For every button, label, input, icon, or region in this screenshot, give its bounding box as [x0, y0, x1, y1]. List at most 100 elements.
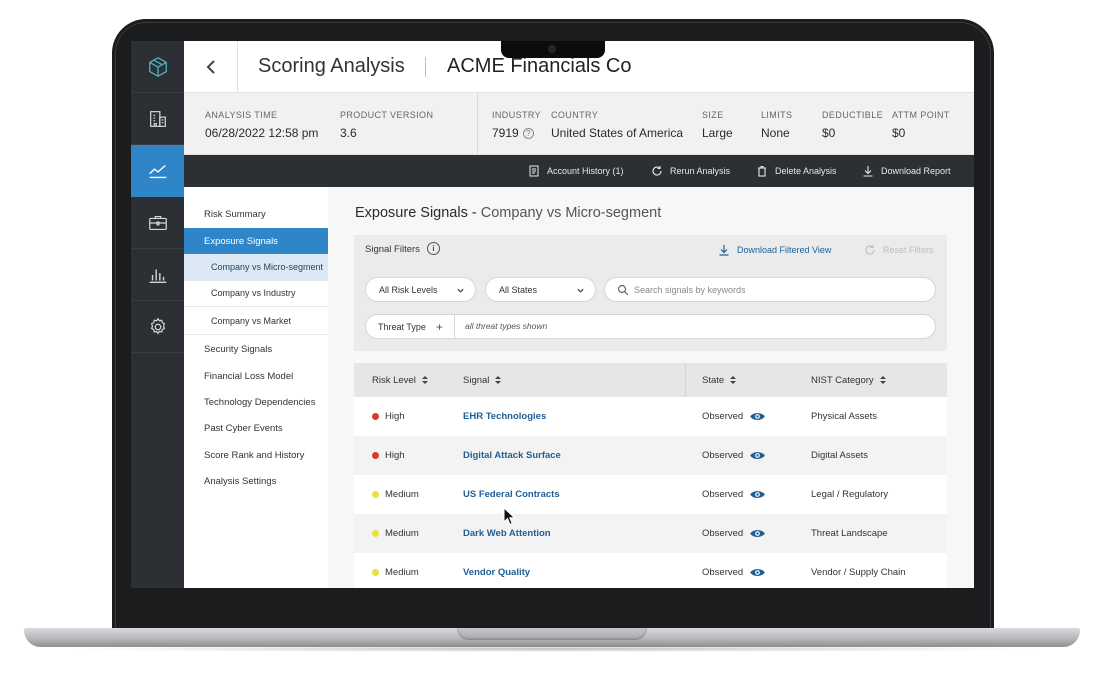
risk-level-select[interactable]: All Risk Levels — [365, 277, 476, 302]
threat-type-summary: all threat types shown — [465, 321, 548, 331]
column-header-signal[interactable]: Signal — [463, 363, 502, 397]
chevron-left-icon — [206, 60, 215, 74]
risk-dot — [372, 569, 379, 576]
chevron-down-icon — [577, 288, 584, 293]
risk-dot — [372, 413, 379, 420]
risk-level-cell: Medium — [372, 514, 419, 553]
table-header: Risk Level Signal State NIST Category — [354, 363, 947, 397]
nist-category-cell: Vendor / Supply Chain — [811, 567, 906, 578]
table-row[interactable]: Medium Vendor Quality Observed Vendor / … — [354, 553, 947, 588]
nav-security-signals[interactable]: Security Signals — [184, 336, 328, 362]
nav-risk-summary[interactable]: Risk Summary — [184, 201, 328, 227]
eye-icon[interactable] — [749, 567, 766, 578]
risk-level-cell: Medium — [372, 553, 419, 588]
risk-level-select-value: All Risk Levels — [379, 284, 438, 295]
nav-analysis-settings[interactable]: Analysis Settings — [184, 468, 328, 494]
risk-dot — [372, 491, 379, 498]
table-row[interactable]: High EHR Technologies Observed Physical … — [354, 397, 947, 436]
reset-filters-button[interactable]: Reset Filters — [864, 235, 934, 265]
info-label: INDUSTRY — [492, 110, 542, 120]
info-product-version: PRODUCT VERSION 3.6 — [340, 110, 433, 140]
eye-icon[interactable] — [749, 528, 766, 539]
info-value: Large — [702, 126, 733, 140]
state-text: Observed — [702, 489, 744, 500]
section-title: Exposure Signals - Company vs Micro-segm… — [355, 205, 661, 221]
table-row[interactable]: High Digital Attack Surface Observed Dig… — [354, 436, 947, 475]
nav-company-vs-industry[interactable]: Company vs Industry — [184, 280, 328, 306]
section-title-main: Exposure Signals — [355, 205, 468, 221]
table-row[interactable]: Medium Dark Web Attention Observed Threa… — [354, 514, 947, 553]
action-bar: Account History (1) Rerun Analysis Delet… — [184, 155, 974, 187]
rail-item-portfolio[interactable] — [131, 197, 184, 249]
download-report-button[interactable]: Download Report — [862, 155, 951, 187]
download-filtered-view-button[interactable]: Download Filtered View — [718, 235, 831, 265]
states-select[interactable]: All States — [485, 277, 596, 302]
rerun-analysis-button[interactable]: Rerun Analysis — [651, 155, 730, 187]
risk-dot — [372, 530, 379, 537]
sort-icon — [879, 375, 886, 385]
risk-dot — [372, 452, 379, 459]
eye-icon[interactable] — [749, 450, 766, 461]
signal-link[interactable]: EHR Technologies — [463, 397, 546, 436]
app-logo[interactable] — [131, 41, 184, 93]
header-divider — [425, 57, 426, 77]
laptop-bezel — [116, 588, 990, 628]
table-row[interactable]: Medium US Federal Contracts Observed Leg… — [354, 475, 947, 514]
info-icon[interactable]: i — [427, 242, 440, 255]
delete-analysis-button[interactable]: Delete Analysis — [756, 155, 837, 187]
nav-technology-dependencies[interactable]: Technology Dependencies — [184, 389, 328, 415]
nav-company-vs-micro-segment[interactable]: Company vs Micro-segment — [184, 254, 328, 280]
rail-item-reports[interactable] — [131, 249, 184, 301]
info-label: PRODUCT VERSION — [340, 110, 434, 120]
nav-divider — [184, 306, 328, 307]
section-title-separator: - — [467, 205, 481, 221]
main-content: Exposure Signals - Company vs Micro-segm… — [328, 187, 974, 588]
help-icon[interactable]: ? — [522, 128, 534, 139]
sort-icon — [730, 375, 737, 385]
risk-level-text: High — [385, 450, 405, 461]
nav-divider — [184, 334, 328, 335]
signal-link[interactable]: Digital Attack Surface — [463, 436, 561, 475]
nav-past-cyber-events[interactable]: Past Cyber Events — [184, 415, 328, 441]
column-header-label: Signal — [463, 374, 490, 386]
column-header-state[interactable]: State — [702, 363, 737, 397]
nist-category-cell: Legal / Regulatory — [811, 489, 889, 500]
info-industry: INDUSTRY 7919? — [492, 110, 541, 140]
refresh-icon — [652, 166, 662, 176]
rail-item-settings[interactable] — [131, 301, 184, 353]
info-value: $0 — [892, 126, 906, 140]
info-label: DEDUCTIBLE — [822, 110, 884, 120]
signal-search-box — [604, 277, 936, 302]
refresh-icon — [865, 245, 875, 255]
nav-financial-loss-model[interactable]: Financial Loss Model — [184, 363, 328, 389]
eye-icon[interactable] — [749, 411, 766, 422]
column-header-risk-level[interactable]: Risk Level — [372, 363, 428, 397]
threat-type-button[interactable]: Threat Type + — [366, 315, 455, 338]
download-icon — [863, 166, 873, 177]
nav-company-vs-market[interactable]: Company vs Market — [184, 308, 328, 334]
action-label: Rerun Analysis — [670, 166, 731, 176]
info-size: SIZE Large — [702, 110, 733, 140]
nav-exposure-signals[interactable]: Exposure Signals — [184, 228, 328, 254]
eye-icon[interactable] — [749, 489, 766, 500]
section-nav: Risk Summary Exposure Signals Company vs… — [184, 187, 328, 588]
download-icon — [719, 245, 729, 256]
column-header-nist-category[interactable]: NIST Category — [811, 363, 886, 397]
info-value: United States of America — [551, 126, 684, 140]
plus-icon: + — [435, 319, 443, 334]
filters-label: Signal Filters — [365, 244, 420, 255]
account-history-button[interactable]: Account History (1) — [528, 155, 624, 187]
briefcase-icon — [148, 215, 167, 230]
info-value: None — [761, 126, 790, 140]
reset-filters-label: Reset Filters — [883, 245, 934, 255]
search-icon — [617, 284, 629, 295]
rail-item-companies[interactable] — [131, 93, 184, 145]
state-cell: Observed — [702, 553, 766, 588]
rail-item-analysis[interactable] — [131, 145, 184, 197]
signal-link[interactable]: Vendor Quality — [463, 553, 530, 588]
nav-score-rank-and-history[interactable]: Score Rank and History — [184, 442, 328, 468]
search-input[interactable] — [634, 284, 924, 295]
laptop-shadow — [60, 646, 1044, 652]
back-button[interactable] — [184, 41, 238, 93]
state-text: Observed — [702, 567, 744, 578]
